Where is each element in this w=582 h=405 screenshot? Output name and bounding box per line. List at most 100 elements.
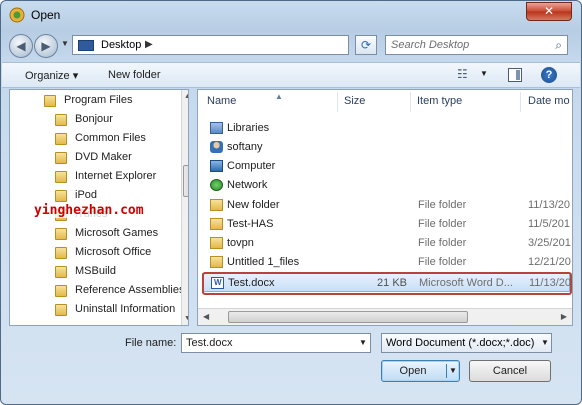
file-name: Network	[227, 179, 268, 191]
column-header-date[interactable]: Date mo	[528, 95, 570, 107]
tree-item-label: Program Files	[64, 94, 133, 106]
file-name-dropdown-icon[interactable]: ▼	[359, 338, 367, 347]
tree-item-label: Microsoft Games	[75, 227, 159, 239]
file-date: 3/25/201	[528, 237, 571, 249]
window-title: Open	[31, 8, 61, 22]
scroll-thumb[interactable]	[183, 165, 188, 197]
folder-icon	[210, 218, 223, 230]
file-type-select[interactable]: Word Document (*.docx;*.doc)	[381, 333, 552, 353]
tree-item-label: iPod	[75, 189, 98, 201]
file-name: Test.docx	[228, 277, 275, 289]
desktop-icon	[78, 40, 94, 51]
column-divider[interactable]	[410, 92, 411, 112]
file-type-dropdown-icon[interactable]: ▼	[541, 338, 549, 347]
file-list-horizontal-scrollbar[interactable]: ◀ ▶	[198, 308, 572, 325]
open-button-label: Open	[399, 365, 427, 377]
search-placeholder: Search Desktop	[391, 39, 470, 51]
list-item[interactable]: Network	[202, 176, 570, 195]
folder-icon	[210, 199, 223, 211]
scroll-left-icon[interactable]: ◀	[203, 312, 209, 321]
list-item[interactable]: New folder File folder 11/13/20	[202, 196, 570, 215]
scroll-thumb[interactable]	[228, 311, 468, 323]
back-button[interactable]: ◀	[9, 34, 33, 58]
organize-menu[interactable]: Organize ▾	[25, 69, 78, 82]
folder-icon	[210, 237, 223, 249]
address-location[interactable]: Desktop	[101, 39, 141, 51]
address-bar[interactable]: Desktop ▶	[72, 35, 349, 55]
tree-item-label: Uninstall Information	[75, 303, 176, 315]
list-item[interactable]: Libraries	[202, 119, 570, 138]
column-header-type[interactable]: Item type	[417, 95, 462, 107]
scroll-up-icon[interactable]: ▲	[184, 93, 188, 100]
column-header-name-label: Name	[207, 95, 237, 107]
search-input[interactable]: Search Desktop ⌕	[385, 35, 568, 55]
folder-icon	[55, 190, 67, 202]
file-date: 12/21/20	[528, 256, 571, 268]
chevron-right-icon[interactable]: ▶	[145, 39, 153, 50]
tree-item-label: Reference Assemblies	[75, 284, 185, 296]
tree-item-label: Bonjour	[75, 113, 113, 125]
file-name: New folder	[227, 199, 280, 211]
folder-icon	[55, 304, 67, 316]
file-type: File folder	[418, 256, 467, 268]
command-toolbar: Organize ▾ New folder ☷ ▼ ?	[2, 62, 580, 88]
folder-icon	[44, 95, 56, 107]
refresh-button[interactable]: ⟳	[355, 35, 377, 55]
file-name: Untitled 1_files	[227, 256, 300, 268]
user-folder-icon	[210, 141, 223, 153]
arrow-left-icon: ◀	[16, 39, 26, 53]
tree-vertical-scrollbar[interactable]: ▲ ▼	[181, 90, 188, 325]
computer-icon	[210, 160, 223, 172]
file-name: Test-HAS	[227, 218, 274, 230]
list-item[interactable]: Untitled 1_files File folder 12/21/20	[202, 253, 571, 272]
scroll-down-icon[interactable]: ▼	[184, 315, 188, 322]
file-type: File folder	[418, 199, 467, 211]
tree-item-label: Internet Explorer	[75, 170, 157, 182]
file-list-pane: Name ▲ Size Item type Date mo Libraries …	[197, 89, 573, 326]
close-button[interactable]: ✕	[526, 2, 572, 21]
file-date: 11/5/201	[528, 218, 571, 230]
column-header-name[interactable]: Name ▲	[207, 92, 283, 107]
open-dialog: Open ✕ ◀ ▶ ▼ Desktop ▶ ⟳ Search Desktop …	[0, 0, 582, 405]
arrow-right-icon: ▶	[41, 39, 51, 53]
new-folder-button[interactable]: New folder	[108, 69, 161, 81]
library-icon	[210, 122, 223, 134]
list-item[interactable]: Computer	[202, 157, 570, 176]
open-options-dropdown-icon[interactable]: ▼	[449, 366, 457, 375]
list-item[interactable]: Test-HAS File folder 11/5/201	[202, 215, 570, 234]
watermark-text: yinghezhan.com	[34, 203, 144, 218]
views-icon[interactable]: ☷	[457, 67, 468, 81]
recent-pages-dropdown[interactable]: ▼	[61, 39, 69, 48]
file-name: Libraries	[227, 122, 270, 134]
scroll-right-icon[interactable]: ▶	[561, 312, 567, 321]
file-name-input[interactable]: Test.docx	[181, 333, 371, 353]
list-item[interactable]: softany	[202, 138, 570, 157]
file-type: File folder	[418, 218, 467, 230]
help-icon[interactable]: ?	[541, 67, 557, 83]
tree-item-label: Microsoft Office	[75, 246, 152, 258]
list-item[interactable]: tovpn File folder 3/25/201	[202, 234, 571, 253]
column-divider[interactable]	[520, 92, 521, 112]
title-bar[interactable]: Open ✕	[1, 1, 581, 29]
forward-button[interactable]: ▶	[34, 34, 58, 58]
folder-icon	[55, 266, 67, 278]
network-icon	[210, 179, 223, 191]
list-item-selected[interactable]: Test.docx 21 KB Microsoft Word D... 11/1…	[202, 272, 572, 295]
open-button[interactable]: Open ▼	[381, 360, 460, 382]
split-divider	[446, 364, 447, 378]
folder-icon	[55, 247, 67, 259]
folder-icon	[55, 285, 67, 297]
column-header-size[interactable]: Size	[344, 95, 365, 107]
file-name: softany	[227, 141, 263, 153]
views-dropdown-icon[interactable]: ▼	[480, 69, 488, 78]
cancel-button[interactable]: Cancel	[469, 360, 551, 382]
folder-icon	[55, 133, 67, 145]
search-icon[interactable]: ⌕	[555, 38, 562, 53]
file-type: File folder	[418, 237, 467, 249]
file-date: 11/13/20	[529, 277, 572, 289]
refresh-icon: ⟳	[360, 38, 372, 52]
tree-item-label: Common Files	[75, 132, 146, 144]
column-divider[interactable]	[337, 92, 338, 112]
preview-pane-icon[interactable]	[508, 68, 522, 82]
folder-icon	[210, 256, 223, 268]
